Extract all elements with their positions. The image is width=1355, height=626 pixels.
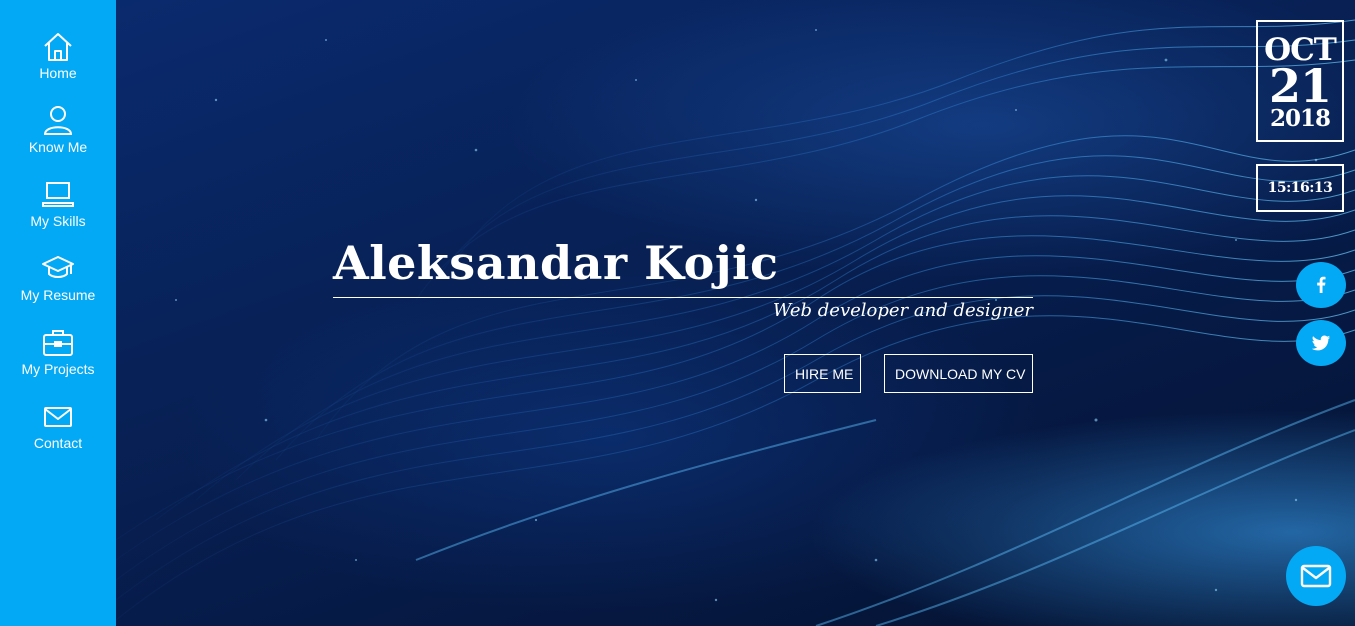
facebook-button[interactable] (1296, 262, 1346, 308)
hero-divider (333, 297, 1033, 298)
laptop-icon (41, 178, 75, 212)
sidebar-item-label: My Resume (20, 287, 96, 303)
particle-wave-graphic (116, 19, 1355, 626)
envelope-icon (41, 400, 75, 434)
sidebar-item-home[interactable]: Home (0, 30, 116, 100)
user-icon (41, 104, 75, 138)
home-icon (41, 30, 75, 64)
briefcase-icon (41, 326, 75, 360)
hero-subtitle: Web developer and designer (772, 300, 1033, 321)
clock-widget: 15:16:13 (1256, 164, 1344, 212)
hire-me-button[interactable]: HIRE ME (784, 354, 861, 393)
twitter-icon (1311, 335, 1331, 351)
hero-background (116, 0, 1355, 626)
sidebar-item-label: My Projects (21, 361, 95, 377)
date-year: 2018 (1269, 105, 1331, 132)
hero-name: Aleksandar Kojic (333, 236, 779, 290)
page: Home Know Me My Skills My Resume My Proj… (0, 0, 1355, 626)
sidebar-item-know-me[interactable]: Know Me (0, 104, 116, 174)
sidebar-item-label: Know Me (28, 139, 88, 155)
mail-button[interactable] (1286, 546, 1346, 606)
sidebar-item-my-projects[interactable]: My Projects (0, 326, 116, 396)
graduation-cap-icon (41, 252, 75, 286)
sidebar-item-label: My Skills (30, 213, 86, 229)
sidebar-item-contact[interactable]: Contact (0, 400, 116, 470)
twitter-button[interactable] (1296, 320, 1346, 366)
date-widget: OCT 21 2018 (1256, 20, 1344, 142)
sidebar-item-label: Contact (33, 435, 83, 451)
date-day: 21 (1268, 59, 1332, 113)
sidebar-item-my-resume[interactable]: My Resume (0, 252, 116, 322)
facebook-icon (1317, 276, 1326, 293)
download-cv-button[interactable]: DOWNLOAD MY CV (884, 354, 1033, 393)
sidebar: Home Know Me My Skills My Resume My Proj… (0, 0, 116, 626)
sidebar-item-label: Home (39, 65, 77, 81)
mail-icon (1300, 564, 1332, 588)
sidebar-item-my-skills[interactable]: My Skills (0, 178, 116, 248)
